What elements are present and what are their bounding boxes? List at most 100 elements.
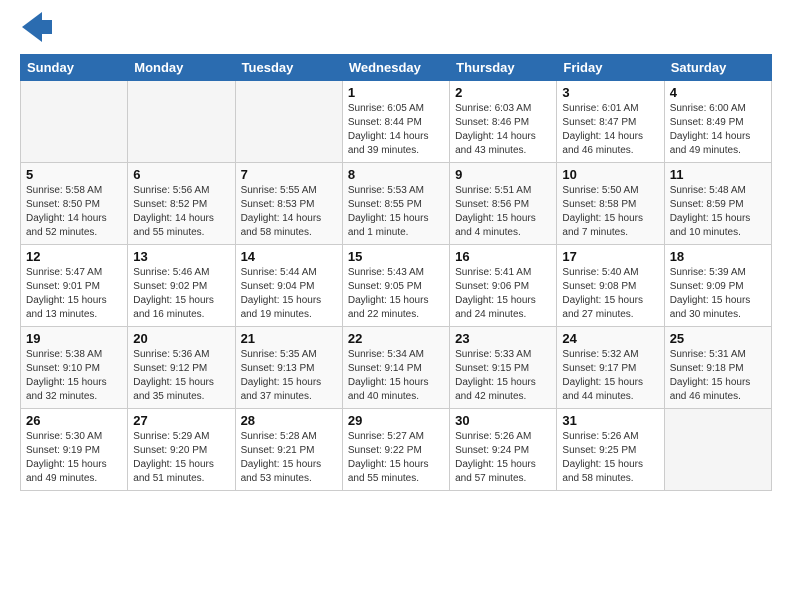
calendar-cell: 26 Sunrise: 5:30 AM Sunset: 9:19 PM Dayli…: [21, 409, 128, 491]
day-number: 19: [26, 331, 122, 346]
calendar-cell: 27 Sunrise: 5:29 AM Sunset: 9:20 PM Dayli…: [128, 409, 235, 491]
col-header-friday: Friday: [557, 55, 664, 81]
day-info: Sunrise: 6:03 AM Sunset: 8:46 PM Dayligh…: [455, 102, 551, 158]
day-number: 31: [562, 413, 658, 428]
day-number: 14: [241, 249, 337, 264]
day-number: 11: [670, 167, 766, 182]
calendar-cell: 15Sunrise: 5:43 AM Sunset: 9:05 PM Dayli…: [342, 245, 449, 327]
day-info: Sunrise: 5:48 AM Sunset: 8:59 PM Dayligh…: [670, 184, 766, 240]
col-header-wednesday: Wednesday: [342, 55, 449, 81]
day-number: 2: [455, 85, 551, 100]
day-number: 17: [562, 249, 658, 264]
calendar-cell: 4 Sunrise: 6:00 AM Sunset: 8:49 PM Daylig…: [664, 81, 771, 163]
calendar-cell: [128, 81, 235, 163]
calendar-cell: 11 Sunrise: 5:48 AM Sunset: 8:59 PM Dayli…: [664, 163, 771, 245]
day-info: Sunrise: 5:35 AM Sunset: 9:13 PM Dayligh…: [241, 348, 337, 404]
calendar-cell: 19 Sunrise: 5:38 AM Sunset: 9:10 PM Dayli…: [21, 327, 128, 409]
day-number: 3: [562, 85, 658, 100]
day-number: 25: [670, 331, 766, 346]
day-info: Sunrise: 5:44 AM Sunset: 9:04 PM Dayligh…: [241, 266, 337, 322]
col-header-sunday: Sunday: [21, 55, 128, 81]
day-number: 30: [455, 413, 551, 428]
calendar-week-2: 5 Sunrise: 5:58 AM Sunset: 8:50 PM Daylig…: [21, 163, 772, 245]
day-info: Sunrise: 6:00 AM Sunset: 8:49 PM Dayligh…: [670, 102, 766, 158]
calendar-cell: 20 Sunrise: 5:36 AM Sunset: 9:12 PM Dayli…: [128, 327, 235, 409]
day-info: Sunrise: 5:50 AM Sunset: 8:58 PM Dayligh…: [562, 184, 658, 240]
calendar-week-4: 19 Sunrise: 5:38 AM Sunset: 9:10 PM Dayli…: [21, 327, 772, 409]
calendar-cell: 7 Sunrise: 5:55 AM Sunset: 8:53 PM Daylig…: [235, 163, 342, 245]
col-header-saturday: Saturday: [664, 55, 771, 81]
day-info: Sunrise: 5:51 AM Sunset: 8:56 PM Dayligh…: [455, 184, 551, 240]
calendar-week-5: 26 Sunrise: 5:30 AM Sunset: 9:19 PM Dayli…: [21, 409, 772, 491]
day-info: Sunrise: 5:36 AM Sunset: 9:12 PM Dayligh…: [133, 348, 229, 404]
day-number: 8: [348, 167, 444, 182]
day-number: 28: [241, 413, 337, 428]
logo: [20, 20, 52, 44]
day-info: Sunrise: 5:26 AM Sunset: 9:24 PM Dayligh…: [455, 430, 551, 486]
calendar-cell: 22 Sunrise: 5:34 AM Sunset: 9:14 PM Dayli…: [342, 327, 449, 409]
calendar-table: SundayMondayTuesdayWednesdayThursdayFrid…: [20, 54, 772, 491]
day-info: Sunrise: 5:39 AM Sunset: 9:09 PM Dayligh…: [670, 266, 766, 322]
calendar-cell: 10 Sunrise: 5:50 AM Sunset: 8:58 PM Dayli…: [557, 163, 664, 245]
day-number: 22: [348, 331, 444, 346]
day-number: 18: [670, 249, 766, 264]
day-info: Sunrise: 5:32 AM Sunset: 9:17 PM Dayligh…: [562, 348, 658, 404]
day-info: Sunrise: 5:26 AM Sunset: 9:25 PM Dayligh…: [562, 430, 658, 486]
day-number: 13: [133, 249, 229, 264]
calendar-cell: 28Sunrise: 5:28 AM Sunset: 9:21 PM Dayli…: [235, 409, 342, 491]
calendar-cell: 18 Sunrise: 5:39 AM Sunset: 9:09 PM Dayli…: [664, 245, 771, 327]
calendar-cell: 13 Sunrise: 5:46 AM Sunset: 9:02 PM Dayli…: [128, 245, 235, 327]
day-number: 24: [562, 331, 658, 346]
day-info: Sunrise: 5:41 AM Sunset: 9:06 PM Dayligh…: [455, 266, 551, 322]
calendar-cell: [235, 81, 342, 163]
calendar-cell: 9 Sunrise: 5:51 AM Sunset: 8:56 PM Daylig…: [450, 163, 557, 245]
day-number: 26: [26, 413, 122, 428]
day-number: 23: [455, 331, 551, 346]
day-number: 29: [348, 413, 444, 428]
day-info: Sunrise: 5:33 AM Sunset: 9:15 PM Dayligh…: [455, 348, 551, 404]
calendar-cell: 3 Sunrise: 6:01 AM Sunset: 8:47 PM Daylig…: [557, 81, 664, 163]
day-info: Sunrise: 5:58 AM Sunset: 8:50 PM Dayligh…: [26, 184, 122, 240]
day-number: 9: [455, 167, 551, 182]
day-info: Sunrise: 5:47 AM Sunset: 9:01 PM Dayligh…: [26, 266, 122, 322]
day-number: 21: [241, 331, 337, 346]
day-number: 6: [133, 167, 229, 182]
calendar-cell: 21 Sunrise: 5:35 AM Sunset: 9:13 PM Dayli…: [235, 327, 342, 409]
day-number: 10: [562, 167, 658, 182]
day-number: 20: [133, 331, 229, 346]
day-info: Sunrise: 5:46 AM Sunset: 9:02 PM Dayligh…: [133, 266, 229, 322]
page-header: [20, 20, 772, 44]
calendar-cell: 14 Sunrise: 5:44 AM Sunset: 9:04 PM Dayli…: [235, 245, 342, 327]
calendar-cell: 6Sunrise: 5:56 AM Sunset: 8:52 PM Daylig…: [128, 163, 235, 245]
day-number: 12: [26, 249, 122, 264]
day-number: 4: [670, 85, 766, 100]
day-number: 7: [241, 167, 337, 182]
day-info: Sunrise: 5:29 AM Sunset: 9:20 PM Dayligh…: [133, 430, 229, 486]
calendar-cell: 16Sunrise: 5:41 AM Sunset: 9:06 PM Dayli…: [450, 245, 557, 327]
day-info: Sunrise: 6:01 AM Sunset: 8:47 PM Dayligh…: [562, 102, 658, 158]
day-info: Sunrise: 5:40 AM Sunset: 9:08 PM Dayligh…: [562, 266, 658, 322]
col-header-monday: Monday: [128, 55, 235, 81]
day-number: 27: [133, 413, 229, 428]
calendar-cell: 2 Sunrise: 6:03 AM Sunset: 8:46 PM Daylig…: [450, 81, 557, 163]
calendar-cell: 31 Sunrise: 5:26 AM Sunset: 9:25 PM Dayli…: [557, 409, 664, 491]
day-info: Sunrise: 5:43 AM Sunset: 9:05 PM Dayligh…: [348, 266, 444, 322]
calendar-cell: 1 Sunrise: 6:05 AM Sunset: 8:44 PM Daylig…: [342, 81, 449, 163]
calendar-cell: 17 Sunrise: 5:40 AM Sunset: 9:08 PM Dayli…: [557, 245, 664, 327]
day-number: 5: [26, 167, 122, 182]
calendar-cell: 8 Sunrise: 5:53 AM Sunset: 8:55 PM Daylig…: [342, 163, 449, 245]
calendar-cell: 30 Sunrise: 5:26 AM Sunset: 9:24 PM Dayli…: [450, 409, 557, 491]
calendar-cell: [664, 409, 771, 491]
calendar-week-3: 12 Sunrise: 5:47 AM Sunset: 9:01 PM Dayli…: [21, 245, 772, 327]
calendar-week-1: 1 Sunrise: 6:05 AM Sunset: 8:44 PM Daylig…: [21, 81, 772, 163]
day-info: Sunrise: 6:05 AM Sunset: 8:44 PM Dayligh…: [348, 102, 444, 158]
calendar-cell: 12 Sunrise: 5:47 AM Sunset: 9:01 PM Dayli…: [21, 245, 128, 327]
calendar-cell: 25Sunrise: 5:31 AM Sunset: 9:18 PM Dayli…: [664, 327, 771, 409]
day-info: Sunrise: 5:38 AM Sunset: 9:10 PM Dayligh…: [26, 348, 122, 404]
day-info: Sunrise: 5:30 AM Sunset: 9:19 PM Dayligh…: [26, 430, 122, 486]
day-number: 1: [348, 85, 444, 100]
day-info: Sunrise: 5:53 AM Sunset: 8:55 PM Dayligh…: [348, 184, 444, 240]
day-info: Sunrise: 5:34 AM Sunset: 9:14 PM Dayligh…: [348, 348, 444, 404]
day-info: Sunrise: 5:55 AM Sunset: 8:53 PM Dayligh…: [241, 184, 337, 240]
col-header-thursday: Thursday: [450, 55, 557, 81]
